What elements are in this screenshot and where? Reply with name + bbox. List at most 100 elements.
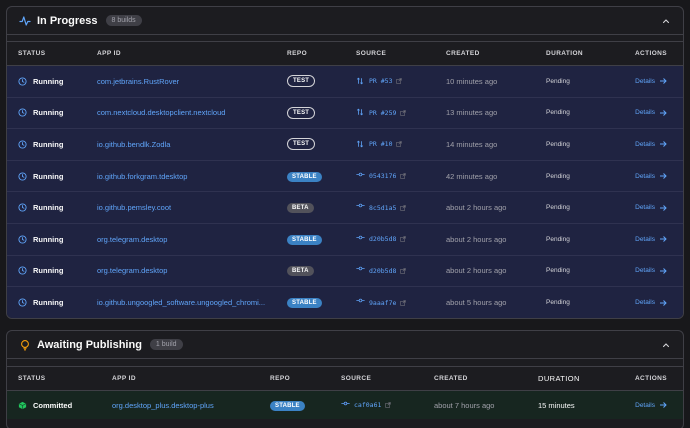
app-id-link[interactable]: org.telegram.desktop bbox=[97, 235, 287, 244]
status-label: Running bbox=[33, 139, 64, 149]
created-cell: about 2 hours ago bbox=[446, 266, 507, 276]
app-id-link[interactable]: org.desktop_plus.desktop-plus bbox=[112, 401, 270, 410]
col-repo: REPO bbox=[270, 375, 291, 382]
source-link[interactable]: 9aaaf7e bbox=[356, 298, 446, 307]
repo-badge: STABLE bbox=[270, 400, 305, 411]
source-link[interactable]: d20b5d8 bbox=[356, 266, 446, 275]
external-link-icon bbox=[400, 173, 407, 179]
awaiting-publishing-panel: Awaiting Publishing 1 build STATUS APP I… bbox=[6, 330, 684, 428]
table-row[interactable]: Running com.nextcloud.desktopclient.nextc… bbox=[7, 97, 683, 130]
app-id-link[interactable]: io.github.pemsley.coot bbox=[97, 203, 287, 212]
in-progress-header[interactable]: In Progress 8 builds bbox=[7, 7, 683, 35]
duration-cell: Pending bbox=[546, 172, 570, 180]
table-row[interactable]: Running org.telegram.desktop STABLE d20b5d8… bbox=[7, 223, 683, 256]
duration-cell: Pending bbox=[546, 235, 570, 243]
table-row[interactable]: Running com.jetbrains.RustRover TEST PR #53… bbox=[7, 66, 683, 98]
arrow-right-icon bbox=[659, 77, 667, 85]
source-link[interactable]: PR #10 bbox=[356, 140, 446, 149]
created-cell: about 2 hours ago bbox=[446, 203, 507, 213]
table-row[interactable]: Running io.github.pemsley.coot BETA 8c5d1a5… bbox=[7, 192, 683, 224]
arrow-right-icon bbox=[659, 235, 667, 243]
external-link-icon bbox=[400, 110, 407, 116]
app-id-link[interactable]: com.jetbrains.RustRover bbox=[97, 77, 287, 86]
pull-request-icon bbox=[356, 140, 365, 149]
repo-cell: STABLE bbox=[287, 234, 356, 245]
external-link-icon bbox=[400, 300, 407, 306]
app-id-link[interactable]: io.github.forkgram.tdesktop bbox=[97, 172, 287, 181]
chevron-up-icon[interactable] bbox=[661, 340, 671, 350]
duration-cell: 15 minutes bbox=[538, 400, 575, 410]
col-created: CREATED bbox=[434, 375, 468, 382]
source-link[interactable]: PR #53 bbox=[356, 77, 446, 86]
in-progress-table: STATUS APP ID REPO SOURCE CREATED DURATI… bbox=[7, 41, 683, 318]
created-cell: 10 minutes ago bbox=[446, 76, 498, 86]
app-id-link[interactable]: com.nextcloud.desktopclient.nextcloud bbox=[97, 108, 287, 117]
table-row[interactable]: Running io.github.forkgram.tdesktop STABLE… bbox=[7, 160, 683, 193]
details-label: Details bbox=[635, 140, 655, 148]
table-header: STATUS APP ID REPO SOURCE CREATED DURATI… bbox=[7, 367, 683, 391]
source-label: 9aaaf7e bbox=[369, 298, 397, 307]
details-link[interactable]: Details bbox=[614, 77, 683, 85]
details-link[interactable]: Details bbox=[614, 235, 683, 243]
commit-icon bbox=[356, 235, 365, 244]
details-link[interactable]: Details bbox=[614, 267, 683, 275]
awaiting-count-badge: 1 build bbox=[149, 339, 183, 350]
awaiting-publishing-header[interactable]: Awaiting Publishing 1 build bbox=[7, 331, 683, 359]
repo-cell: TEST bbox=[287, 106, 356, 119]
clock-icon bbox=[18, 140, 27, 149]
source-link[interactable]: 8c5d1a5 bbox=[356, 203, 446, 212]
in-progress-count-badge: 8 builds bbox=[105, 15, 142, 26]
arrow-right-icon bbox=[659, 299, 667, 307]
status-cell: Running bbox=[7, 140, 97, 149]
pull-request-icon bbox=[356, 108, 365, 117]
duration-cell: Pending bbox=[546, 267, 570, 275]
app-id-link[interactable]: org.telegram.desktop bbox=[97, 266, 287, 275]
table-row[interactable]: Running io.github.bendlk.Zodla TEST PR #10 1… bbox=[7, 129, 683, 161]
external-link-icon bbox=[396, 78, 403, 84]
repo-badge: BETA bbox=[287, 203, 314, 214]
external-link-icon bbox=[400, 204, 407, 211]
status-cell: Running bbox=[7, 77, 97, 86]
details-link[interactable]: Details bbox=[614, 172, 683, 180]
repo-cell: TEST bbox=[287, 138, 356, 151]
details-link[interactable]: Details bbox=[614, 140, 683, 148]
app-id-link[interactable]: io.github.bendlk.Zodla bbox=[97, 140, 287, 149]
repo-badge: STABLE bbox=[287, 171, 322, 182]
source-link[interactable]: d20b5d8 bbox=[356, 235, 446, 244]
duration-cell: Pending bbox=[546, 204, 570, 212]
chevron-up-icon[interactable] bbox=[661, 16, 671, 26]
source-link[interactable]: 0543176 bbox=[356, 172, 446, 181]
status-cell: Running bbox=[7, 172, 97, 181]
commit-icon bbox=[356, 172, 365, 181]
details-link[interactable]: Details bbox=[618, 401, 683, 409]
details-label: Details bbox=[635, 235, 655, 243]
arrow-right-icon bbox=[659, 172, 667, 180]
details-link[interactable]: Details bbox=[614, 299, 683, 307]
source-link[interactable]: PR #259 bbox=[356, 108, 446, 117]
col-status: STATUS bbox=[18, 50, 46, 57]
status-label: Running bbox=[33, 108, 64, 118]
details-link[interactable]: Details bbox=[614, 204, 683, 212]
arrow-right-icon bbox=[659, 401, 667, 409]
status-label: Running bbox=[33, 203, 64, 213]
status-cell: Running bbox=[7, 235, 97, 244]
in-progress-title: In Progress bbox=[37, 14, 98, 27]
details-link[interactable]: Details bbox=[614, 109, 683, 117]
details-label: Details bbox=[635, 267, 655, 275]
source-label: PR #10 bbox=[369, 140, 393, 149]
source-link[interactable]: caf0a61 bbox=[341, 401, 434, 410]
details-label: Details bbox=[635, 77, 655, 85]
source-label: 8c5d1a5 bbox=[369, 203, 397, 212]
table-row[interactable]: Running io.github.ungoogled_software.ungo… bbox=[7, 287, 683, 318]
repo-cell: STABLE bbox=[287, 171, 356, 182]
table-row[interactable]: Committed org.desktop_plus.desktop-plus ST… bbox=[7, 391, 683, 419]
awaiting-table: STATUS APP ID REPO SOURCE CREATED DURATI… bbox=[7, 366, 683, 419]
repo-badge: STABLE bbox=[287, 298, 322, 309]
created-cell: about 2 hours ago bbox=[446, 234, 507, 244]
commit-icon bbox=[356, 298, 365, 307]
duration-cell: Pending bbox=[546, 299, 570, 307]
details-label: Details bbox=[635, 172, 655, 180]
table-row[interactable]: Running org.telegram.desktop BETA d20b5d8 ab… bbox=[7, 255, 683, 288]
details-label: Details bbox=[635, 299, 655, 307]
app-id-link[interactable]: io.github.ungoogled_software.ungoogled_c… bbox=[97, 298, 287, 307]
